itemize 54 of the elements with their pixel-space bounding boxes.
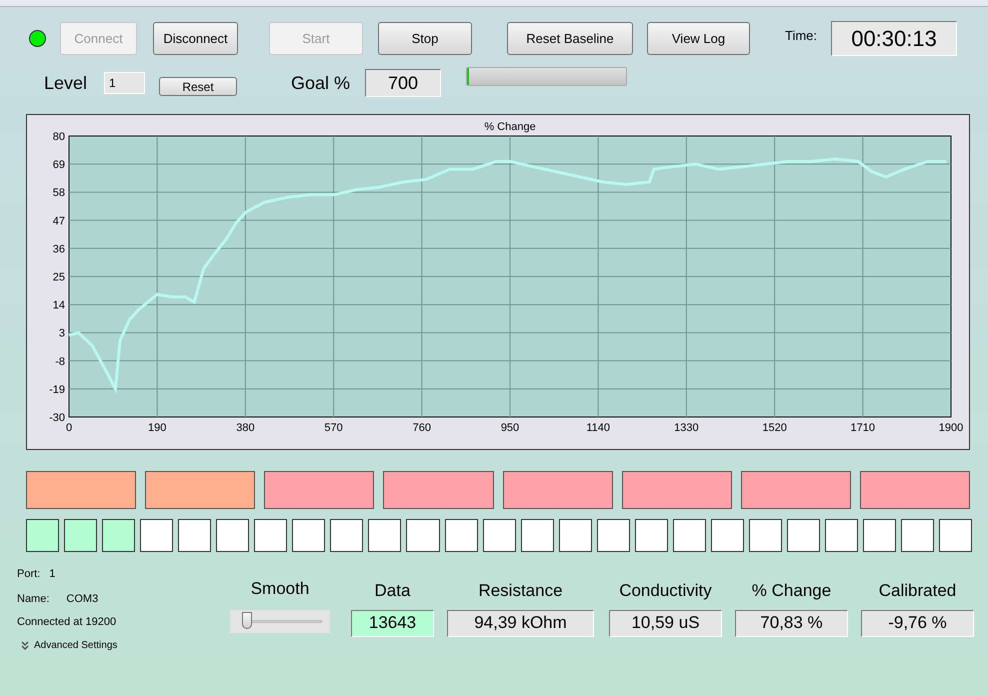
chart-title: % Change (484, 121, 536, 133)
double-chevron-icon (21, 640, 29, 650)
smooth-label: Smooth (250, 578, 310, 600)
toolbar-button[interactable]: Reset Baseline (507, 22, 633, 55)
readout-label: Data (374, 580, 410, 602)
x-tick-label: 1710 (850, 422, 876, 434)
time-label: Time: (785, 26, 818, 45)
x-tick-label: 0 (66, 422, 72, 434)
readout-value: -9,76 % (861, 610, 974, 636)
y-tick-label: 80 (52, 131, 65, 143)
y-tick-label: -8 (55, 356, 65, 368)
connection-status: Connected at 19200 (17, 615, 118, 630)
advanced-settings-toggle[interactable]: Advanced Settings (21, 638, 217, 652)
port-value: 1 (49, 567, 56, 582)
x-tick-label: 1900 (938, 422, 964, 434)
y-tick-label: 69 (52, 159, 65, 172)
time-display: 00:30:13 (831, 21, 958, 56)
readout-label: % Change (752, 580, 832, 602)
x-tick-label: 1330 (674, 422, 699, 434)
readout-label: Conductivity (619, 580, 712, 602)
y-tick-label: 14 (52, 300, 65, 312)
readout-value: 70,83 % (735, 610, 848, 636)
y-tick-label: -30 (49, 412, 65, 424)
toolbar-button[interactable]: View Log (647, 22, 750, 55)
y-tick-label: 58 (52, 187, 65, 200)
x-tick-label: 570 (324, 422, 343, 434)
y-tick-label: -19 (49, 384, 65, 396)
readout-value: 13643 (351, 610, 434, 636)
y-tick-label: 3 (58, 328, 65, 340)
readout-value: 94,39 kOhm (447, 610, 594, 636)
slider-thumb[interactable] (242, 612, 252, 628)
x-tick-label: 1140 (586, 422, 610, 434)
x-tick-label: 190 (148, 422, 166, 434)
y-tick-label: 47 (52, 215, 65, 228)
name-label: Name: (17, 592, 50, 606)
reset-button[interactable]: Reset (159, 76, 238, 96)
port-label: Port: (17, 567, 40, 582)
readout-value: 10,59 uS (609, 610, 722, 636)
name-value: COM3 (66, 592, 98, 606)
x-tick-label: 950 (500, 422, 520, 434)
toolbar-button[interactable]: Stop (378, 22, 472, 55)
y-tick-label: 25 (52, 272, 65, 284)
level-field[interactable]: 1 (104, 72, 146, 94)
goal-field[interactable]: 700 (365, 69, 442, 97)
x-tick-label: 1520 (762, 422, 787, 434)
x-tick-label: 760 (412, 422, 431, 434)
smooth-slider[interactable] (230, 610, 330, 632)
y-tick-label: 36 (52, 243, 65, 256)
readout-label: Calibrated (878, 580, 956, 602)
toolbar-button[interactable]: Disconnect (153, 22, 238, 55)
level-label: Level (44, 72, 88, 94)
x-tick-label: 380 (236, 422, 255, 434)
goal-label: Goal % (291, 72, 350, 94)
readout-label: Resistance (478, 580, 563, 602)
